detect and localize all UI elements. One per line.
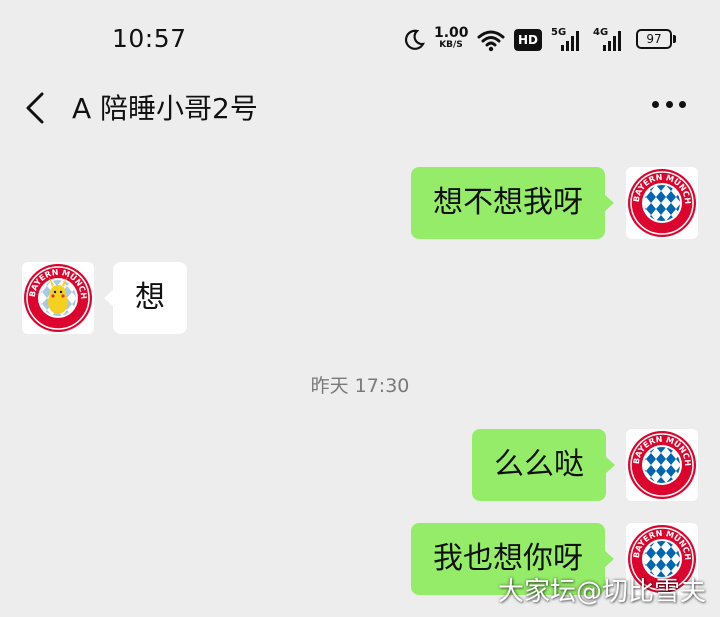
message-bubble-outgoing[interactable]: 想不想我呀: [411, 167, 614, 239]
fc-bayern-logo-icon: FC BAYERN MÜNCHEN: [626, 429, 696, 499]
chat-header: A 陪睡小哥2号: [0, 78, 720, 148]
signal-bars-icon: [561, 31, 579, 51]
wifi-icon: [477, 30, 505, 52]
signal-5g: 5G: [551, 27, 583, 51]
more-dots-icon[interactable]: [652, 101, 686, 109]
message-timestamp: 昨天 17:30: [310, 375, 410, 397]
network-speed-unit: KB/S: [439, 40, 463, 50]
status-bar: 10:57 1.00 KB/S HD 5G 4G 97: [0, 0, 720, 78]
back-chevron-icon[interactable]: [22, 90, 52, 126]
signal-bars-icon: [603, 31, 621, 51]
message-bubble-incoming[interactable]: 想: [104, 262, 187, 334]
avatar-self[interactable]: FC BAYERN MÜNCHEN: [626, 167, 698, 239]
fc-bayern-logo-icon: FC BAYERN MÜNCHEN: [626, 167, 696, 237]
message-bubble-outgoing[interactable]: 么么哒: [472, 429, 615, 501]
signal-4g: 4G: [593, 27, 625, 51]
fc-bayern-pikachu-logo-icon: FC BAYERN MÜNCHEN: [22, 262, 92, 332]
hd-voice-badge: HD: [514, 29, 542, 51]
battery-tip: [673, 35, 676, 43]
moon-icon: [405, 29, 425, 50]
network-speed: 1.00 KB/S: [434, 25, 469, 50]
avatar-contact[interactable]: FC BAYERN MÜNCHEN: [22, 262, 94, 334]
chat-title: A 陪睡小哥2号: [72, 92, 258, 125]
clock: 10:57: [112, 24, 187, 53]
battery-icon: 97: [636, 29, 672, 49]
network-speed-value: 1.00: [434, 25, 469, 41]
avatar-self[interactable]: FC BAYERN MÜNCHEN: [626, 429, 698, 501]
watermark: 大家坛@切比雪夫: [497, 577, 706, 607]
